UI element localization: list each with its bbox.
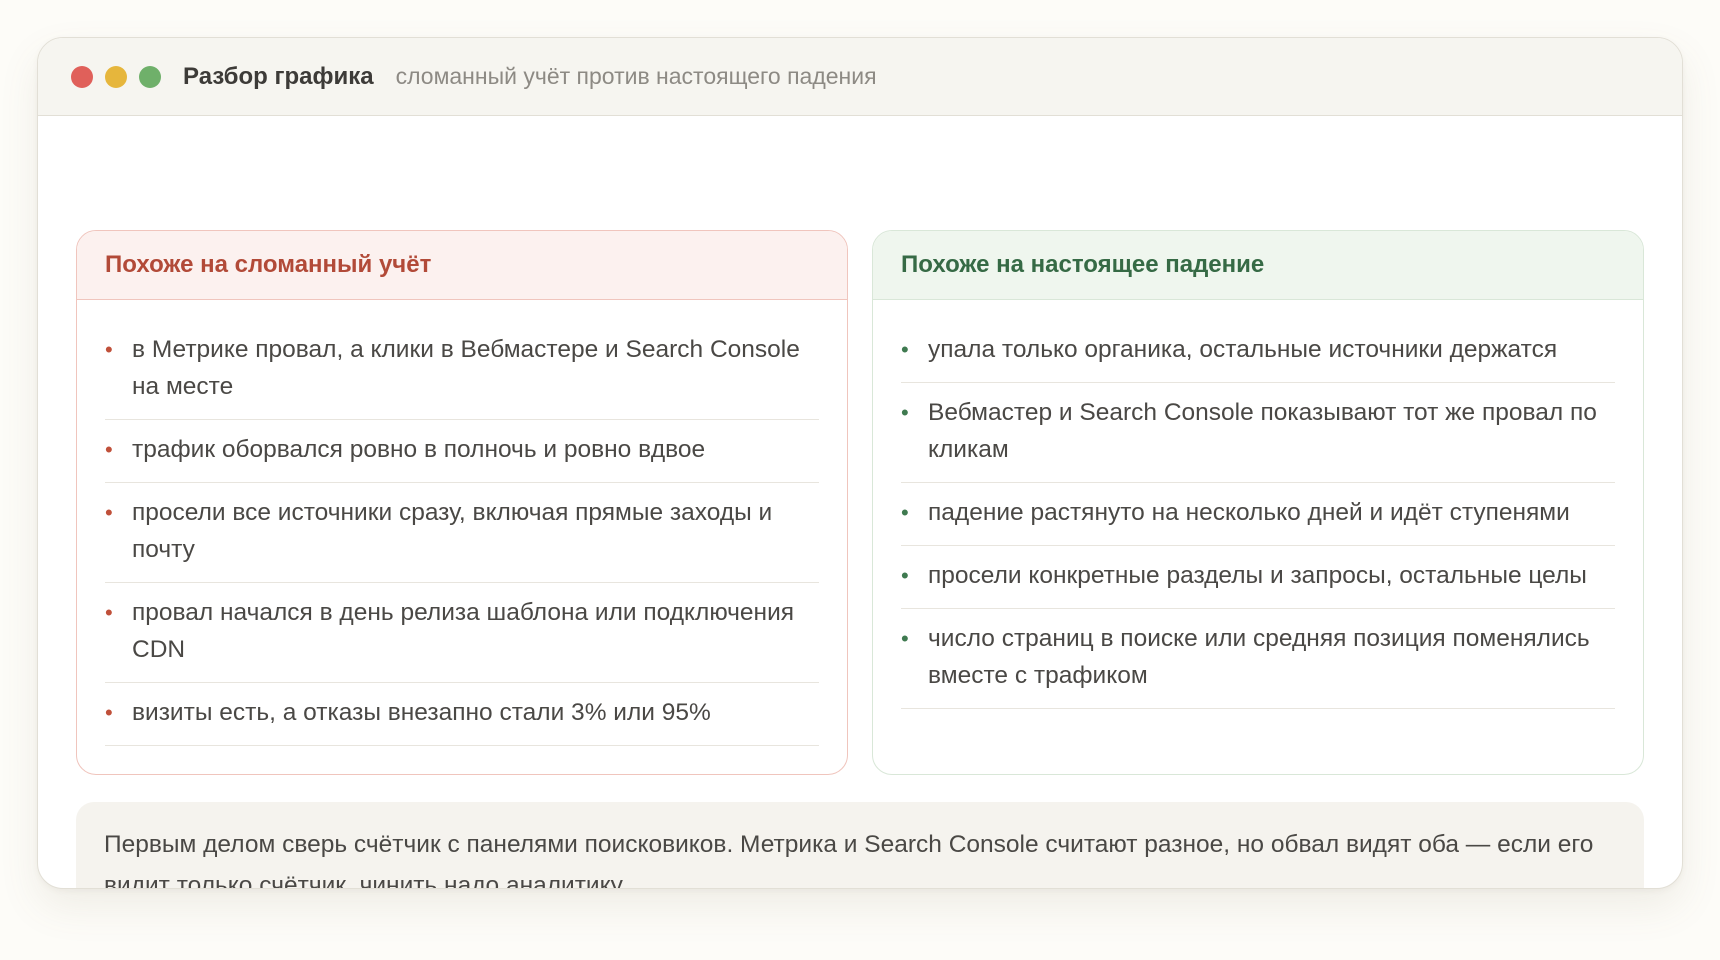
bullet-icon: • xyxy=(105,500,113,525)
maximize-window-button[interactable] xyxy=(139,65,161,88)
bullet-icon: • xyxy=(105,337,113,362)
broken-tracking-heading: Похоже на сломанный учёт xyxy=(77,231,847,300)
bullet-icon: • xyxy=(105,700,113,725)
list-item: • просели все источники сразу, включая пр… xyxy=(105,483,819,583)
bullet-icon: • xyxy=(105,437,113,462)
list-item: • число страниц в поиске или средняя пози… xyxy=(901,609,1615,709)
list-item: • падение растянуто на несколько дней и и… xyxy=(901,483,1615,546)
real-drop-list: • упала только органика, остальные источн… xyxy=(873,300,1643,709)
summary-note-text: Первым делом сверь счётчик с панелями по… xyxy=(104,831,1594,889)
broken-tracking-list: • в Метрике провал, а клики в Вебмастере … xyxy=(77,300,847,746)
list-item-text: в Метрике провал, а клики в Вебмастере и… xyxy=(132,336,800,400)
window: Разбор графика сломанный учёт против нас… xyxy=(37,37,1683,889)
list-item: • Вебмастер и Search Console показывают т… xyxy=(901,383,1615,483)
summary-note: Первым делом сверь счётчик с панелями по… xyxy=(76,802,1644,889)
list-item-text: число страниц в поиске или средняя позиц… xyxy=(928,625,1590,689)
list-item-text: просели все источники сразу, включая пря… xyxy=(132,499,773,563)
list-item-text: трафик оборвался ровно в полночь и ровно… xyxy=(132,436,706,463)
broken-tracking-card: Похоже на сломанный учёт • в Метрике пров… xyxy=(76,230,848,775)
close-window-button[interactable] xyxy=(71,65,93,88)
minimize-window-button[interactable] xyxy=(105,65,127,88)
list-item: • в Метрике провал, а клики в Вебмастере … xyxy=(105,320,819,420)
list-item: • визиты есть, а отказы внезапно стали 3%… xyxy=(105,683,819,746)
list-item-text: просели конкретные разделы и запросы, ос… xyxy=(928,562,1587,589)
list-item: • провал начался в день релиза шаблона ил… xyxy=(105,583,819,683)
list-item: • упала только органика, остальные источн… xyxy=(901,320,1615,383)
bullet-icon: • xyxy=(901,400,909,425)
window-title: Разбор графика xyxy=(183,62,374,90)
bullet-icon: • xyxy=(901,563,909,588)
list-item-text: упала только органика, остальные источни… xyxy=(928,336,1558,363)
list-item-text: визиты есть, а отказы внезапно стали 3% … xyxy=(132,699,711,726)
bullet-icon: • xyxy=(105,600,113,625)
bullet-icon: • xyxy=(901,337,909,362)
list-item-text: провал начался в день релиза шаблона или… xyxy=(132,599,795,663)
window-subtitle: сломанный учёт против настоящего падения xyxy=(395,63,877,89)
bullet-icon: • xyxy=(901,500,909,525)
real-drop-card: Похоже на настоящее падение • упала тольк… xyxy=(872,230,1644,775)
real-drop-heading: Похоже на настоящее падение xyxy=(873,231,1643,300)
list-item-text: Вебмастер и Search Console показывают то… xyxy=(928,399,1597,463)
list-item: • просели конкретные разделы и запросы, о… xyxy=(901,546,1615,609)
bullet-icon: • xyxy=(901,626,909,651)
list-item: • трафик оборвался ровно в полночь и ровн… xyxy=(105,420,819,483)
list-item-text: падение растянуто на несколько дней и ид… xyxy=(928,499,1570,526)
title-bar: Разбор графика сломанный учёт против нас… xyxy=(38,38,1682,116)
